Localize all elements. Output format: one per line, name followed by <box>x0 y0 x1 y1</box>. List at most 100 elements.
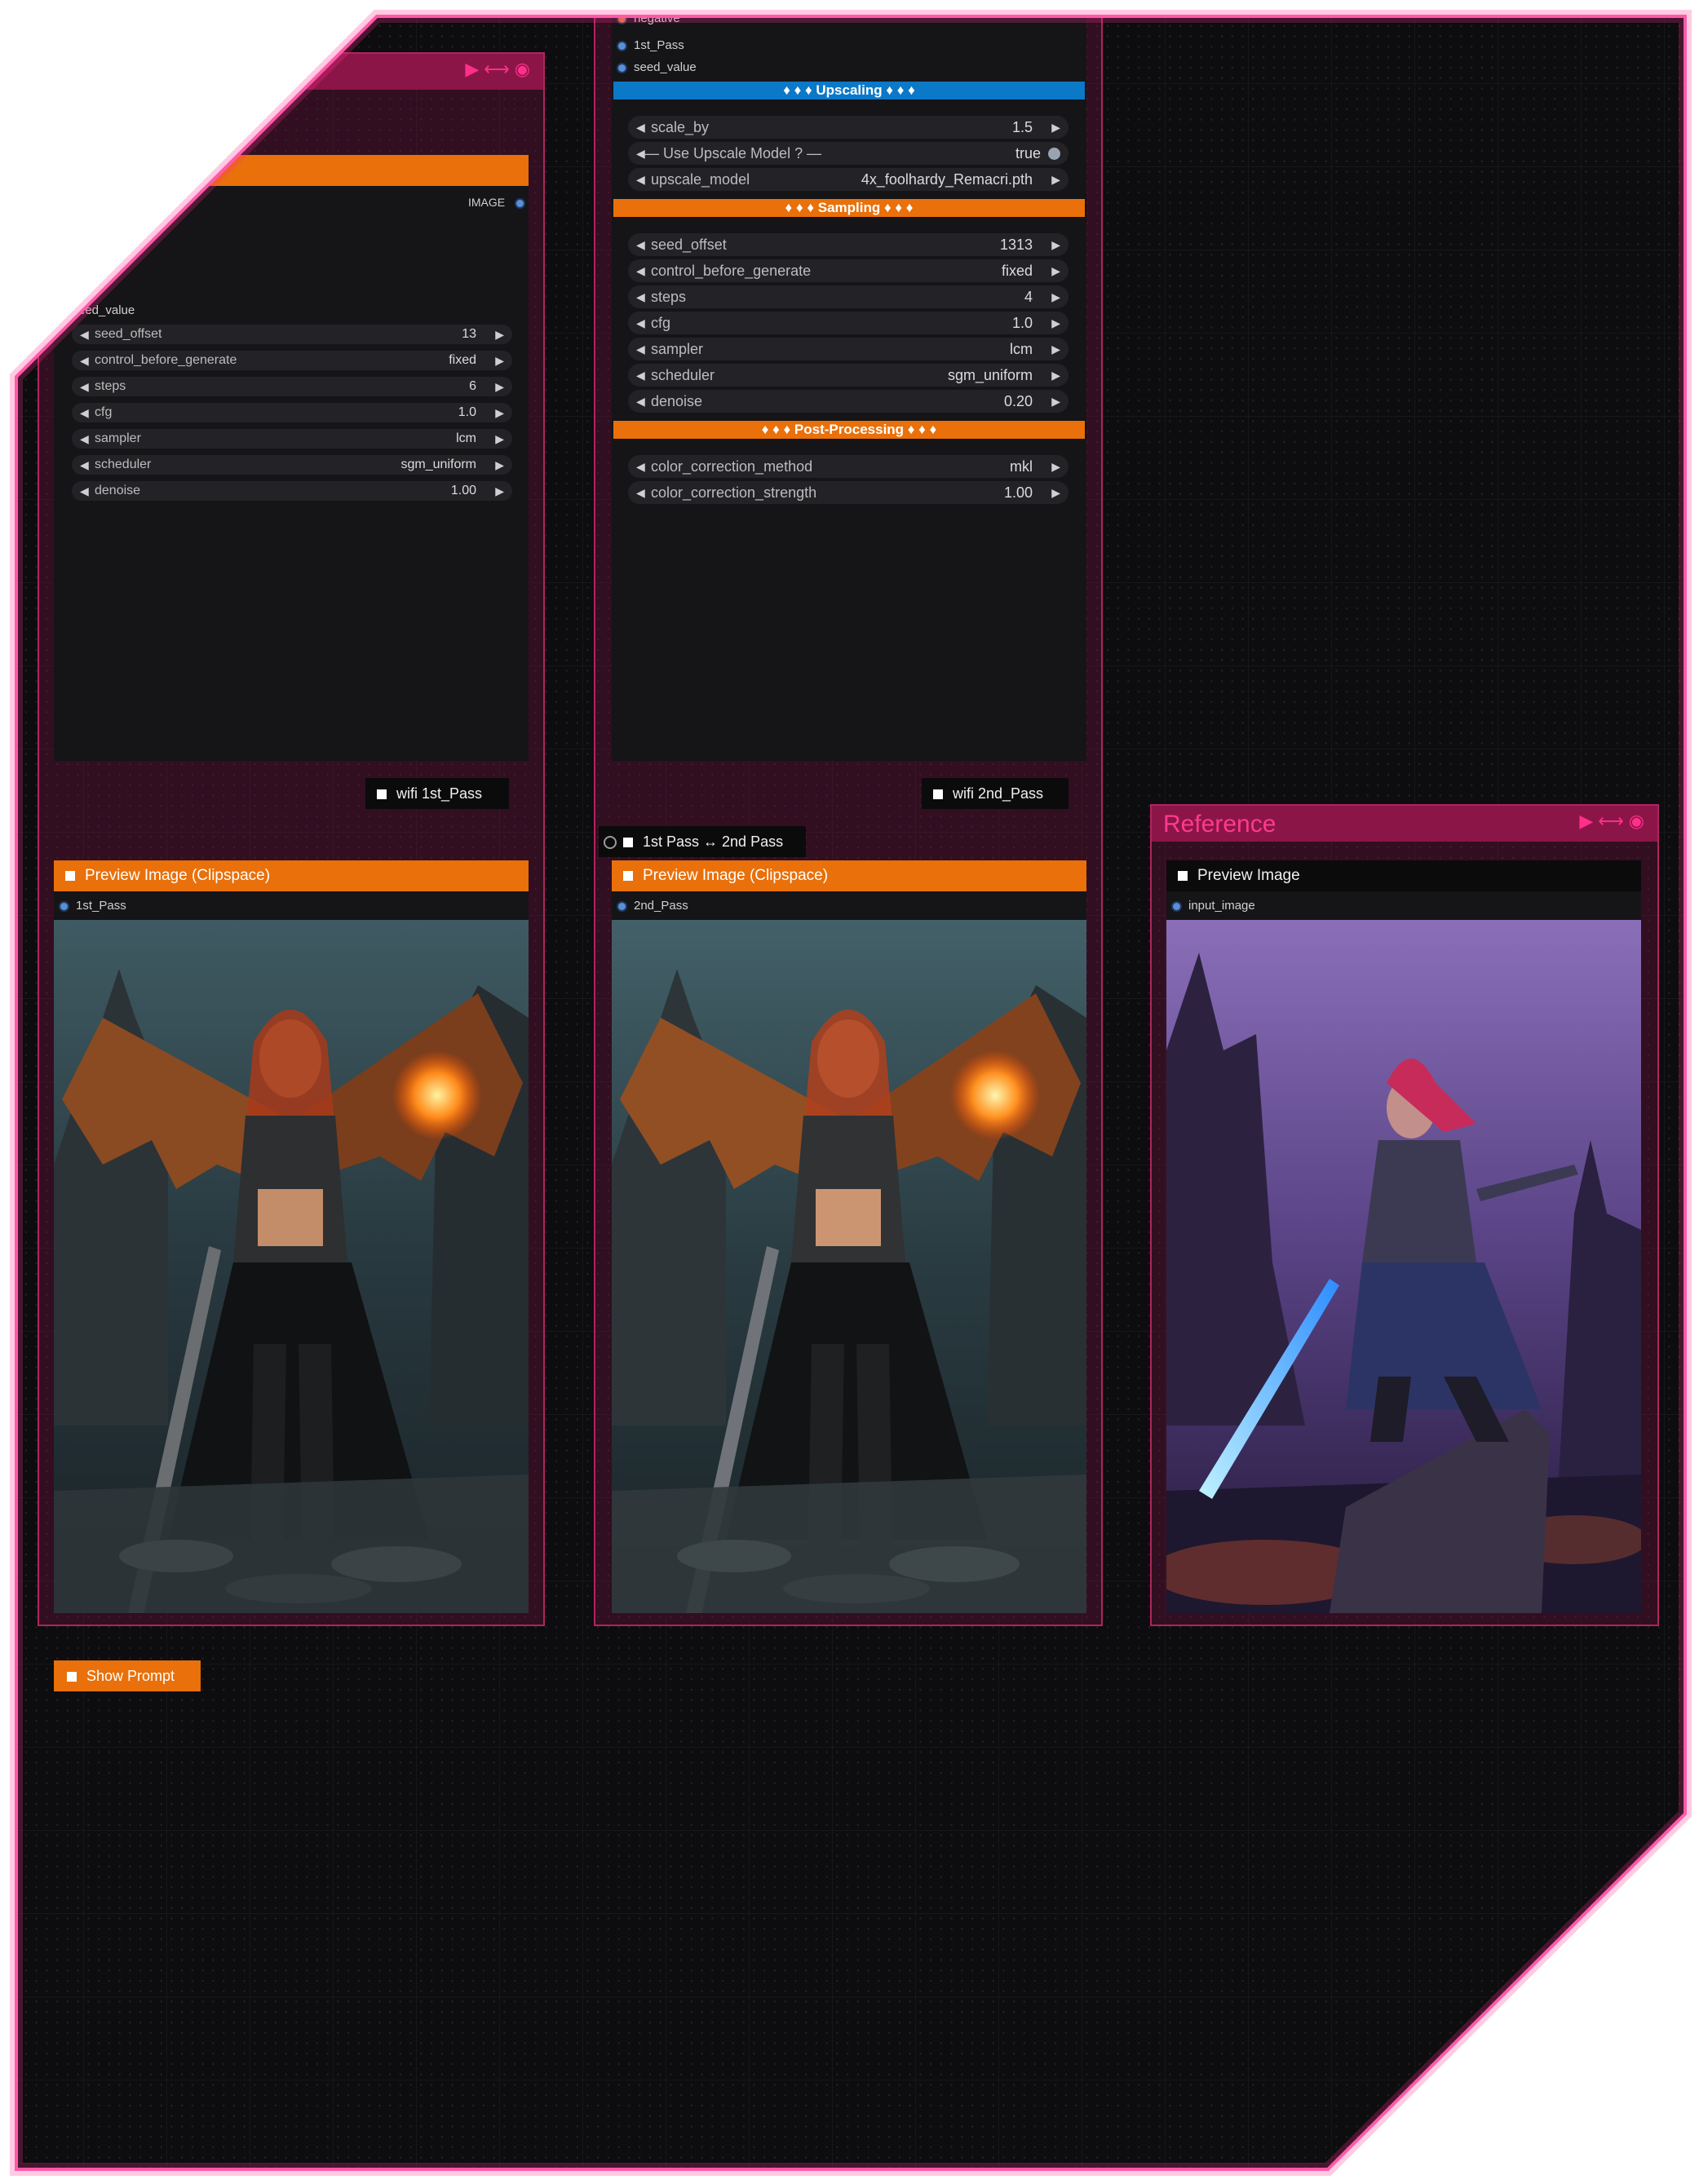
widget-value: 1.00 <box>1003 484 1033 501</box>
increment-arrow-icon[interactable]: ▶ <box>1051 285 1060 308</box>
widget-denoise[interactable]: ◀ denoise 0.20 ▶ <box>628 390 1069 413</box>
preview-left-title[interactable]: Preview Image (Clipspace) <box>54 860 529 891</box>
widget-sampler[interactable]: ◀ sampler lcm ▶ <box>72 429 512 449</box>
decrement-arrow-icon[interactable]: ◀ <box>636 116 645 139</box>
widget-steps[interactable]: ◀ steps 4 ▶ <box>628 285 1069 308</box>
widget-scheduler[interactable]: ◀ scheduler sgm_uniform ▶ <box>72 455 512 475</box>
preview-left-title-text: Preview Image (Clipspace) <box>85 867 271 884</box>
decrement-arrow-icon[interactable]: ◀ <box>636 338 645 360</box>
input-socket-negative[interactable]: negative <box>617 16 680 25</box>
increment-arrow-icon[interactable]: ▶ <box>1051 233 1060 256</box>
increment-arrow-icon[interactable]: ▶ <box>1051 259 1060 282</box>
increment-arrow-icon[interactable]: ▶ <box>495 429 504 449</box>
widget-value: lcm <box>456 431 476 445</box>
input-socket-seed_value[interactable]: seed_value <box>617 60 697 74</box>
widget-cfg[interactable]: ◀ cfg 1.0 ▶ <box>72 403 512 422</box>
increment-arrow-icon[interactable]: ▶ <box>1051 338 1060 360</box>
input-dot-icon <box>617 40 627 51</box>
widget-control-before-generate[interactable]: ◀ control_before_generate fixed ▶ <box>628 259 1069 282</box>
image-compare-node[interactable]: 1st Pass ↔ 2nd Pass <box>599 826 806 857</box>
widget-scheduler[interactable]: ◀ scheduler sgm_uniform ▶ <box>628 364 1069 387</box>
sampler-left-title-text: C. <box>201 161 216 179</box>
decrement-arrow-icon[interactable]: ◀ <box>636 233 645 256</box>
reference-preview-title[interactable]: Preview Image <box>1166 860 1641 891</box>
increment-arrow-icon[interactable]: ▶ <box>1051 116 1060 139</box>
link-icon[interactable]: ⟷ <box>484 59 515 79</box>
widget-color-correction-method[interactable]: ◀ color_correction_method mkl ▶ <box>628 455 1069 478</box>
increment-arrow-icon[interactable]: ▶ <box>495 403 504 422</box>
decrement-arrow-icon[interactable]: ◀ <box>80 429 89 449</box>
decrement-arrow-icon[interactable]: ◀ <box>636 481 645 504</box>
eye-icon[interactable]: ◉ <box>515 59 535 79</box>
decrement-arrow-icon[interactable]: ◀ <box>636 259 645 282</box>
decrement-arrow-icon[interactable]: ◀ <box>80 455 89 475</box>
node-canvas[interactable]: ▶⟷◉ C. IMAGE eed_value ◀ seed_offset 13 ▶ ◀ c… <box>16 16 1685 2169</box>
wifi-1st-pass-label: wifi 1st_Pass <box>396 785 483 802</box>
widget-value: true <box>1015 145 1041 161</box>
widget-seed-offset[interactable]: ◀ seed_offset 1313 ▶ <box>628 233 1069 256</box>
widget-label: sampler <box>95 431 141 445</box>
reference-input[interactable]: input_image <box>1171 899 1255 913</box>
increment-arrow-icon[interactable]: ▶ <box>1051 481 1060 504</box>
increment-arrow-icon[interactable]: ▶ <box>1051 364 1060 387</box>
decrement-arrow-icon[interactable]: ◀ <box>80 481 89 501</box>
widget-scale-by[interactable]: ◀ scale_by 1.5 ▶ <box>628 116 1069 139</box>
link-icon[interactable]: ⟷ <box>1598 811 1629 831</box>
input-socket-1st_pass[interactable]: 1st_Pass <box>617 38 684 52</box>
input-seed-socket[interactable]: eed_value <box>78 303 135 317</box>
decrement-arrow-icon[interactable]: ◀ <box>636 455 645 478</box>
decrement-arrow-icon[interactable]: ◀ <box>636 285 645 308</box>
post-processing-section: ♦ ♦ ♦ Post-Processing ♦ ♦ ♦ <box>613 421 1085 439</box>
dragon-warrior-image-2nd <box>612 920 1086 1613</box>
increment-arrow-icon[interactable]: ▶ <box>495 351 504 370</box>
toggle-knob-icon[interactable] <box>1048 148 1060 160</box>
increment-arrow-icon[interactable]: ▶ <box>1051 390 1060 413</box>
increment-arrow-icon[interactable]: ▶ <box>495 481 504 501</box>
decrement-arrow-icon[interactable]: ◀ <box>636 168 645 191</box>
widget-denoise[interactable]: ◀ denoise 1.00 ▶ <box>72 481 512 501</box>
eye-icon[interactable]: ◉ <box>1629 811 1649 831</box>
dragon-warrior-image <box>54 920 529 1613</box>
play-icon[interactable]: ▶ <box>465 59 484 79</box>
widget-upscale-model[interactable]: ◀ upscale_model 4x_foolhardy_Remacri.pth ▶ <box>628 168 1069 191</box>
decrement-arrow-icon[interactable]: ◀ <box>636 390 645 413</box>
decrement-arrow-icon[interactable]: ◀ <box>80 377 89 396</box>
output-image-socket[interactable]: IMAGE <box>468 196 526 209</box>
widget-label: upscale_model <box>651 171 750 188</box>
preview-mid-title[interactable]: Preview Image (Clipspace) <box>612 860 1086 891</box>
widget-sampler[interactable]: ◀ sampler lcm ▶ <box>628 338 1069 360</box>
output-image-label: IMAGE <box>468 196 506 209</box>
preview-mid-input[interactable]: 2nd_Pass <box>617 899 688 913</box>
widget-use-upscale-model[interactable]: ◀ — Use Upscale Model ? — true <box>628 142 1069 165</box>
widget-color-correction-strength[interactable]: ◀ color_correction_strength 1.00 ▶ <box>628 481 1069 504</box>
increment-arrow-icon[interactable]: ▶ <box>495 455 504 475</box>
increment-arrow-icon[interactable]: ▶ <box>1051 455 1060 478</box>
decrement-arrow-icon[interactable]: ◀ <box>80 325 89 344</box>
decrement-arrow-icon[interactable]: ◀ <box>636 364 645 387</box>
widget-control-before-generate[interactable]: ◀ control_before_generate fixed ▶ <box>72 351 512 370</box>
widget-cfg[interactable]: ◀ cfg 1.0 ▶ <box>628 312 1069 334</box>
show-prompt-node[interactable]: Show Prompt <box>54 1660 201 1691</box>
preview-mid-image <box>612 920 1086 1613</box>
node-checkbox-icon <box>623 870 633 881</box>
decrement-arrow-icon[interactable]: ◀ <box>80 351 89 370</box>
widget-steps[interactable]: ◀ steps 6 ▶ <box>72 377 512 396</box>
preview-left-input[interactable]: 1st_Pass <box>59 899 126 913</box>
wifi-1st-pass-node[interactable]: wifi 1st_Pass <box>365 778 509 809</box>
increment-arrow-icon[interactable]: ▶ <box>495 377 504 396</box>
play-icon[interactable]: ▶ <box>1579 811 1598 831</box>
input-dot-icon <box>1171 900 1182 912</box>
widget-label: color_correction_strength <box>651 484 817 501</box>
collapse-circle-icon[interactable] <box>604 836 617 850</box>
increment-arrow-icon[interactable]: ▶ <box>1051 312 1060 334</box>
widget-value: mkl <box>1010 458 1033 475</box>
sampler-left-title[interactable]: C. <box>54 155 529 186</box>
increment-arrow-icon[interactable]: ▶ <box>495 325 504 344</box>
widget-seed-offset[interactable]: ◀ seed_offset 13 ▶ <box>72 325 512 344</box>
decrement-arrow-icon[interactable]: ◀ <box>636 312 645 334</box>
wifi-2nd-pass-node[interactable]: wifi 2nd_Pass <box>922 778 1069 809</box>
show-prompt-label: Show Prompt <box>86 1668 175 1684</box>
widget-label: steps <box>95 379 126 393</box>
increment-arrow-icon[interactable]: ▶ <box>1051 168 1060 191</box>
decrement-arrow-icon[interactable]: ◀ <box>80 403 89 422</box>
